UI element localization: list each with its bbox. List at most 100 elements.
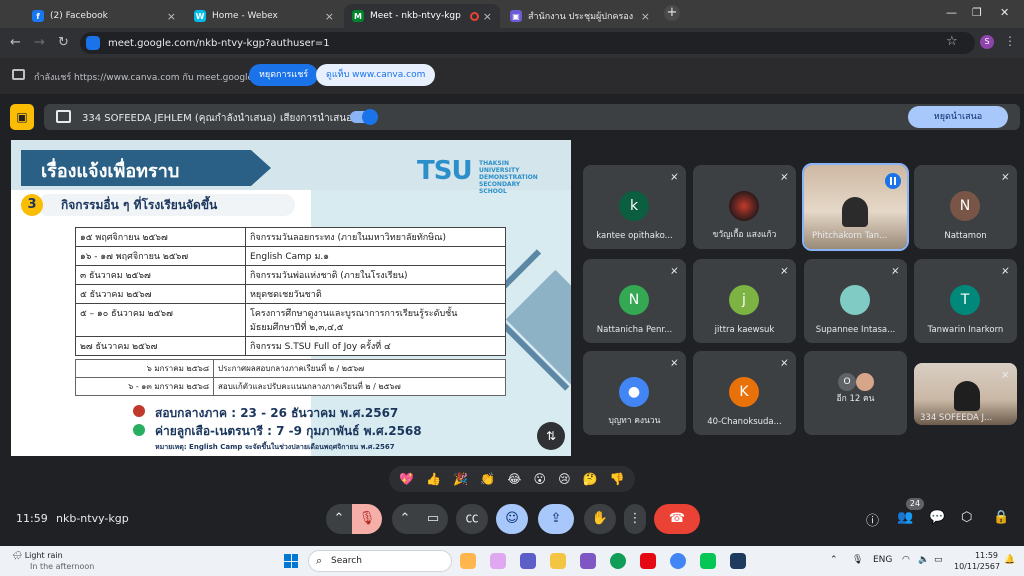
people-icon[interactable]: 👥	[897, 510, 913, 525]
edge-icon[interactable]	[610, 553, 626, 569]
tab-facebook[interactable]: f (2) Facebook ×	[24, 4, 184, 28]
participant-tile[interactable]: ✕̸ ● บุญทา คงนวน	[583, 351, 686, 435]
participant-tile[interactable]: ✕̸ ขวัญเกื้อ แสงแก้ว	[693, 165, 796, 249]
end-call-icon: ☎	[668, 511, 686, 526]
close-tab-icon[interactable]: ×	[325, 10, 334, 23]
forward-icon[interactable]: →	[34, 35, 45, 51]
start-icon[interactable]	[284, 554, 298, 568]
address-bar: ← → ↻ meet.google.com/nkb-ntvy-kgp?authu…	[0, 28, 1024, 58]
camera-button[interactable]: ▭	[418, 504, 448, 534]
close-tab-icon[interactable]: ×	[167, 10, 176, 23]
netflix-icon[interactable]	[640, 553, 656, 569]
tab-label: Home - Webex	[212, 11, 278, 21]
participant-tile[interactable]: ✕̸ j jittra kaewsuk	[693, 259, 796, 343]
taskbar-clock[interactable]: 11:59 10/11/2567	[954, 550, 1001, 572]
stop-presenting-button[interactable]: หยุดนำเสนอ	[908, 106, 1008, 128]
participant-tile-self[interactable]: ✕̸ 334 SOFEEDA J...	[914, 363, 1017, 425]
emoji-button[interactable]: ☺	[496, 504, 528, 534]
reaction-thumbs-up[interactable]: 👍	[426, 472, 441, 486]
profile-avatar[interactable]: S	[980, 35, 994, 49]
participant-tile[interactable]: ✕̸ Supannee Intasa...	[804, 259, 907, 343]
host-controls-icon[interactable]: 🔒	[993, 510, 1009, 525]
chat-icon[interactable]: 💬	[929, 510, 945, 525]
taskbar-search[interactable]: Search	[308, 550, 452, 572]
section-title: กิจกรรมอื่น ๆ ที่โรงเรียนจัดขึ้น	[37, 194, 295, 216]
reaction-surprised[interactable]: 😮	[534, 472, 547, 486]
reaction-sad[interactable]: 😢	[558, 472, 571, 486]
view-tab-button[interactable]: ดูแท็บ www.canva.com	[316, 64, 436, 86]
mic-off-icon: ✕̸	[1001, 371, 1009, 381]
mic-off-icon: ✕̸	[670, 267, 678, 277]
captions-button[interactable]: ㏄	[456, 504, 488, 534]
reaction-clap[interactable]: 👏	[480, 472, 495, 486]
presentation-audio-toggle[interactable]	[350, 109, 378, 125]
reaction-party[interactable]: 🎉	[453, 472, 468, 486]
site-info-icon[interactable]	[86, 36, 100, 50]
tab-meet[interactable]: M Meet - nkb-ntvy-kgp ×	[344, 4, 500, 28]
more-options-button[interactable]: ⋮	[624, 504, 646, 534]
raise-hand-button[interactable]: ✋	[584, 504, 616, 534]
teams-icon[interactable]	[520, 553, 536, 569]
restore-icon[interactable]: ❐	[972, 6, 982, 19]
meeting-info-icon[interactable]: ⓘ	[866, 510, 879, 529]
taskview-icon[interactable]	[460, 553, 476, 569]
microphone-button[interactable]: 🎙	[352, 504, 382, 534]
video-options-button[interactable]: ⌃	[392, 504, 418, 534]
tab-document[interactable]: ▣ สำนักงาน ประชุมผู้ปกครอง 10 ... ×	[502, 4, 658, 28]
participant-tile[interactable]: ✕̸ N Nattamon	[914, 165, 1017, 249]
language-indicator[interactable]: ENG	[873, 555, 892, 565]
reaction-heart[interactable]: 💖	[399, 472, 414, 486]
exam-table: ๖ มกราคม ๒๕๖๘ ประกาศผลสอบกลางภาคเรียนที่ …	[75, 359, 506, 396]
copilot-icon[interactable]	[490, 553, 506, 569]
more-participants-label: อีก 12 คน	[836, 394, 875, 404]
swap-layout-button[interactable]: ⇅	[537, 422, 565, 450]
participant-tile[interactable]: ✕̸ N Nattanicha Penr...	[583, 259, 686, 343]
mic-off-icon: ✕̸	[780, 267, 788, 277]
reaction-thumbs-down[interactable]: 👎	[610, 472, 625, 486]
reload-icon[interactable]: ↻	[58, 35, 69, 51]
back-icon[interactable]: ←	[10, 35, 21, 51]
battery-icon[interactable]: ▭	[934, 555, 943, 565]
meeting-time: 11:59	[16, 512, 48, 525]
participant-tile[interactable]: ✕̸ T Tanwarin Inarkorn	[914, 259, 1017, 343]
file-explorer-icon[interactable]	[550, 553, 566, 569]
webex-taskbar-icon[interactable]	[730, 553, 746, 569]
tray-chevron-icon[interactable]: ⌃	[830, 555, 838, 565]
tray-mic-icon[interactable]: 🎙	[852, 555, 863, 565]
url-field[interactable]: meet.google.com/nkb-ntvy-kgp?authuser=1	[80, 32, 975, 54]
participant-tile[interactable]: ✕̸ K 40-Chanoksuda...	[693, 351, 796, 435]
activities-icon[interactable]: ⬡	[961, 510, 972, 525]
participant-tile-speaking[interactable]: Phitchakorn Tan...	[802, 163, 909, 251]
presenter-name: 334 SOFEEDA JEHLEM (คุณกำลังนำเสนอ)	[82, 113, 277, 124]
participant-tile[interactable]: ✕̸ k kantee opithako...	[583, 165, 686, 249]
more-participants-tile[interactable]: O อีก 12 คน	[804, 351, 907, 435]
leave-call-button[interactable]: ☎	[654, 504, 700, 534]
close-window-icon[interactable]: ✕	[1000, 6, 1009, 19]
new-tab-button[interactable]: +	[664, 5, 680, 21]
table-row: ๕ ธันวาคม ๒๕๖๗ หยุดชดเชยวันชาติ	[75, 284, 506, 304]
store-icon[interactable]	[580, 553, 596, 569]
tab-webex[interactable]: W Home - Webex ×	[186, 4, 342, 28]
browser-menu-icon[interactable]: ⋮	[1004, 34, 1016, 48]
clock-time: 11:59	[974, 551, 998, 560]
volume-icon[interactable]: 🔈	[918, 555, 929, 565]
slide-title-banner: เรื่องแจ้งเพื่อทราบ	[21, 150, 271, 186]
close-tab-icon[interactable]: ×	[483, 10, 492, 23]
avatar: j	[729, 285, 759, 315]
participant-name: jittra kaewsuk	[714, 325, 775, 335]
bookmark-star-icon[interactable]: ☆	[946, 34, 958, 49]
reaction-laugh[interactable]: 😂	[507, 472, 521, 486]
present-button[interactable]: ⇪	[538, 504, 574, 534]
minimize-icon[interactable]: —	[946, 6, 957, 19]
line-icon[interactable]	[700, 553, 716, 569]
chrome-icon[interactable]	[670, 553, 686, 569]
avatar: N	[619, 285, 649, 315]
clock-date: 10/11/2567	[954, 562, 1001, 571]
weather-widget[interactable]: 🌧 Light rain In the afternoon	[12, 550, 94, 572]
reaction-thinking[interactable]: 🤔	[583, 472, 598, 486]
audio-options-button[interactable]: ⌃	[326, 504, 352, 534]
stop-sharing-button[interactable]: หยุดการแชร์	[249, 64, 319, 86]
notification-icon[interactable]: 🔔	[1004, 555, 1015, 565]
wifi-icon[interactable]: ◠	[902, 555, 910, 565]
close-tab-icon[interactable]: ×	[641, 10, 650, 23]
